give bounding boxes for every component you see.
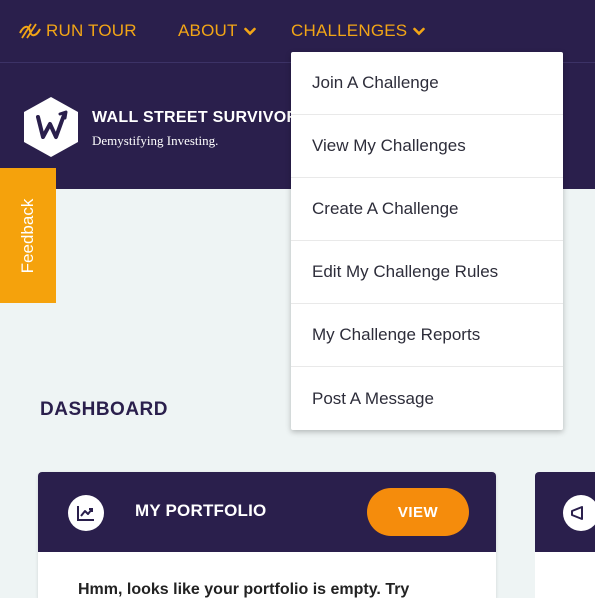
portfolio-card: MY PORTFOLIO VIEW Hmm, looks like your p… — [38, 472, 496, 598]
brand-tagline: Demystifying Investing. — [92, 133, 219, 148]
menu-item-challenge-reports[interactable]: My Challenge Reports — [291, 304, 563, 367]
secondary-card — [535, 472, 595, 598]
challenges-label: CHALLENGES — [291, 21, 408, 40]
challenges-menu[interactable]: CHALLENGES — [291, 18, 426, 44]
brand-name: WALL STREET SURVIVOR — [92, 109, 299, 126]
feedback-tab[interactable]: Feedback — [0, 168, 56, 303]
wall-street-survivor-logo-icon[interactable] — [22, 95, 80, 159]
megaphone-icon — [563, 495, 595, 531]
portfolio-card-header: MY PORTFOLIO VIEW — [38, 472, 496, 552]
portfolio-empty-message: Hmm, looks like your portfolio is empty.… — [78, 581, 410, 598]
run-tour-link[interactable]: RUN TOUR — [18, 18, 137, 44]
menu-item-post-message[interactable]: Post A Message — [291, 367, 563, 430]
menu-item-create-challenge[interactable]: Create A Challenge — [291, 178, 563, 241]
menu-item-view-challenges[interactable]: View My Challenges — [291, 115, 563, 178]
about-menu[interactable]: ABOUT — [178, 18, 256, 44]
chevron-down-icon — [413, 27, 426, 36]
menu-item-edit-challenge-rules[interactable]: Edit My Challenge Rules — [291, 241, 563, 304]
about-label: ABOUT — [178, 21, 238, 40]
secondary-card-header — [535, 472, 595, 552]
run-tour-label: RUN TOUR — [46, 21, 137, 40]
chevron-down-icon — [243, 27, 256, 36]
tour-icon — [18, 21, 42, 41]
dashboard-title: DASHBOARD — [40, 399, 168, 420]
challenges-dropdown: Join A Challenge View My Challenges Crea… — [291, 52, 563, 430]
portfolio-card-title: MY PORTFOLIO — [135, 501, 267, 520]
view-portfolio-button[interactable]: VIEW — [367, 488, 469, 536]
chart-trend-icon — [68, 495, 104, 531]
feedback-label: Feedback — [18, 198, 37, 274]
menu-item-join-challenge[interactable]: Join A Challenge — [291, 52, 563, 115]
